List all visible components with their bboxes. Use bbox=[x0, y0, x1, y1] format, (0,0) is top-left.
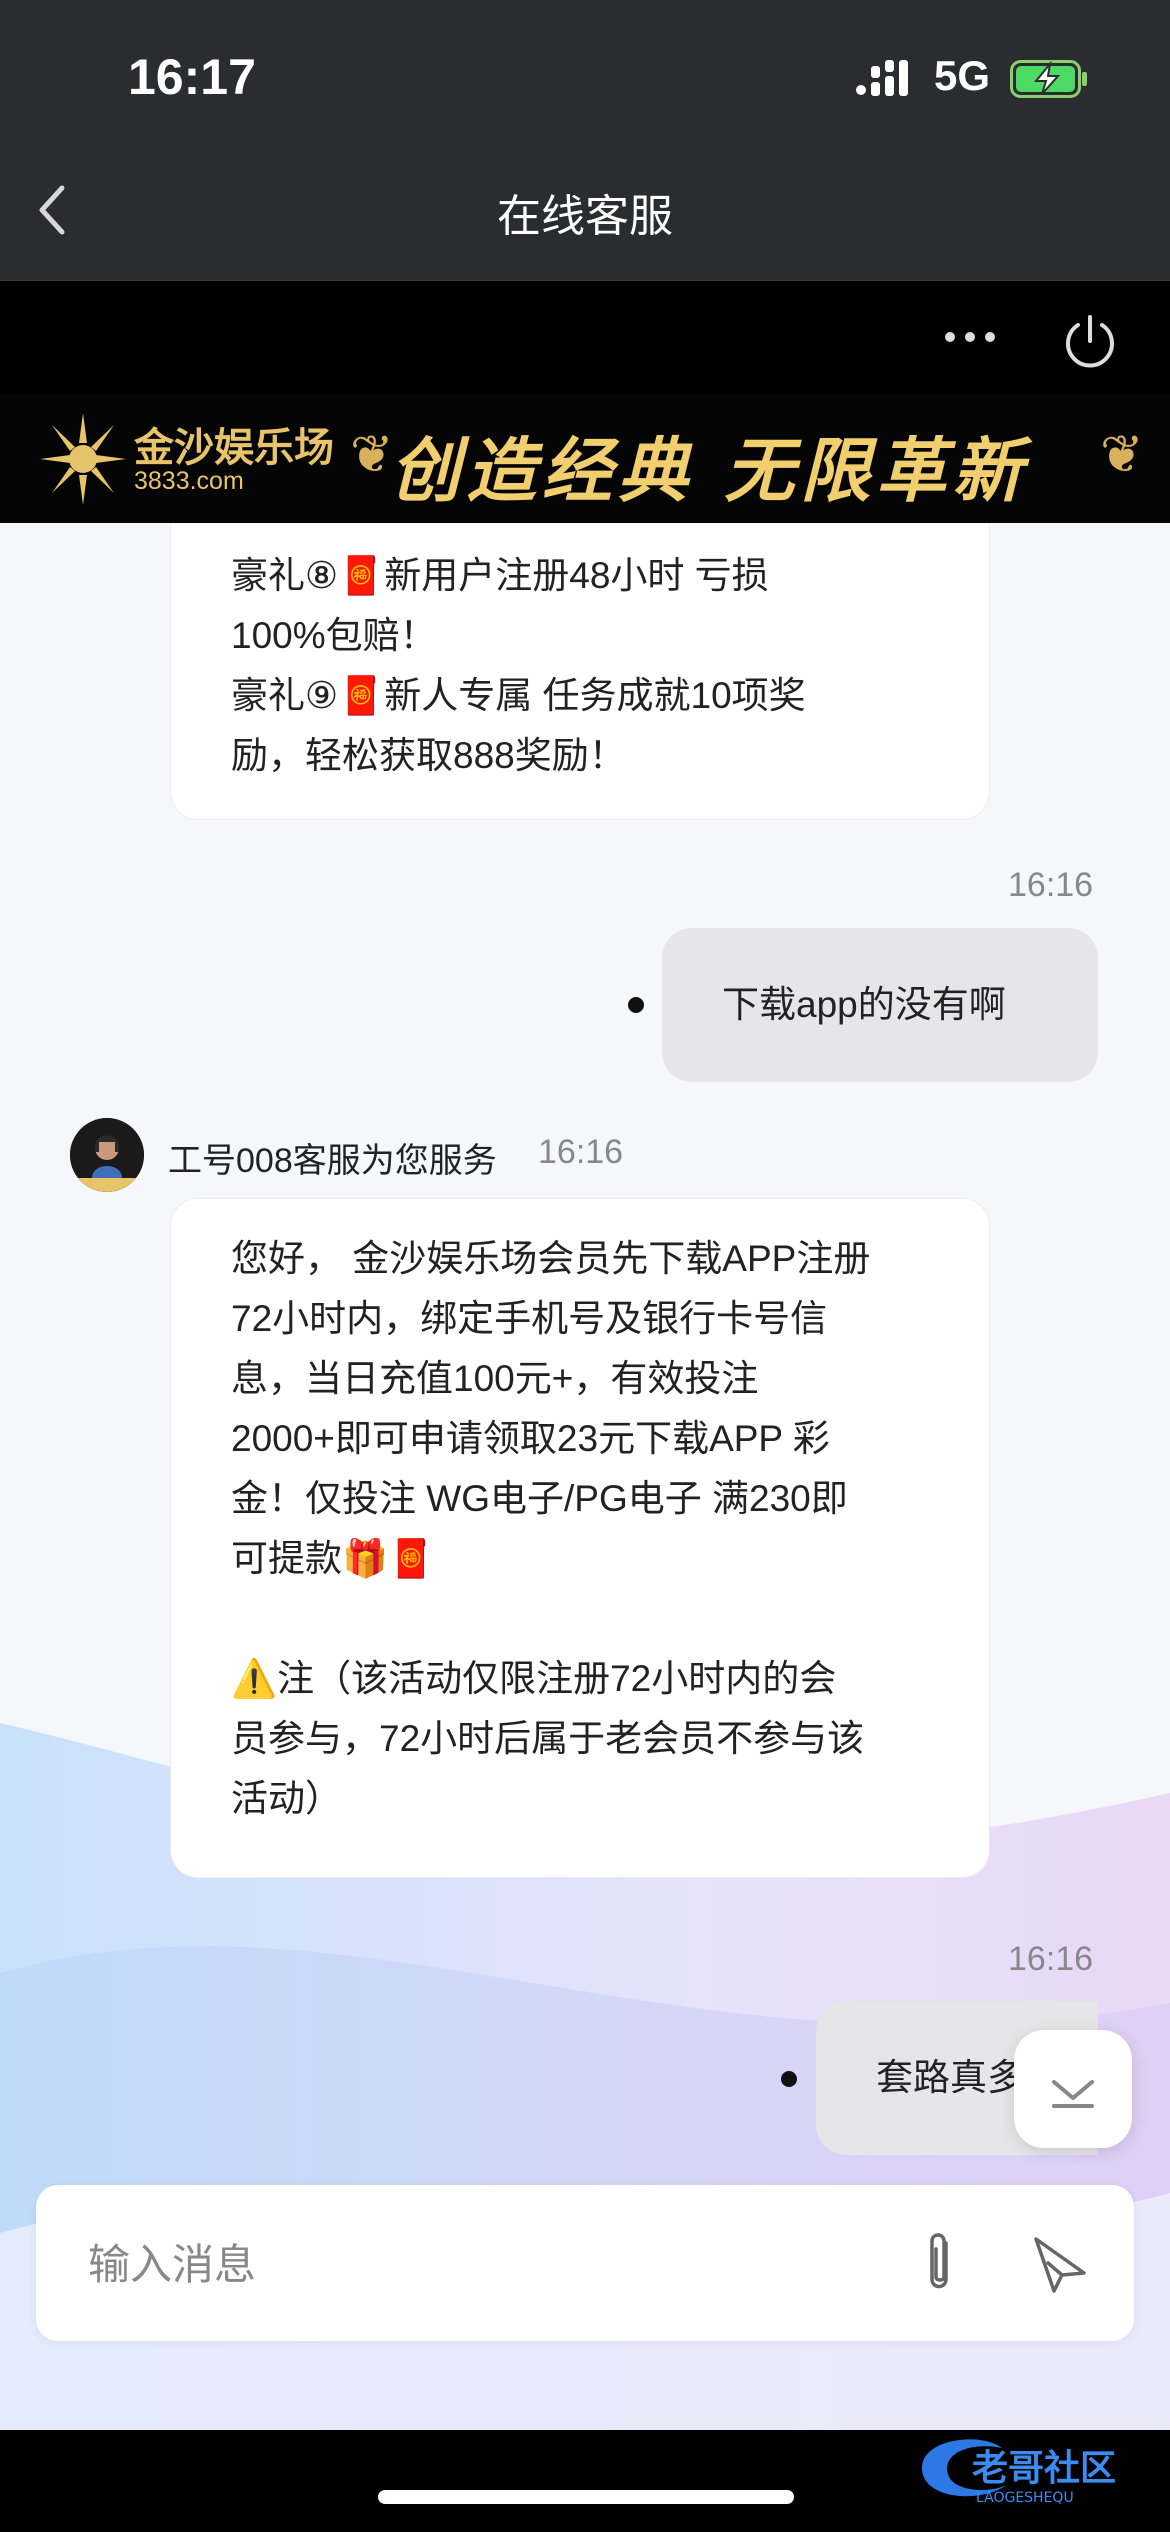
banner-slogan: 创造经典 无限革新 bbox=[390, 429, 1029, 512]
ornament-left-icon: ❦ bbox=[350, 426, 394, 484]
agent-message-bubble: 豪礼⑧🧧新用户注册48小时 亏损 100%包赔！ 豪礼⑨🧧新人专属 任务成就10… bbox=[170, 523, 990, 820]
agent-name: 工号008客服为您服务 bbox=[168, 1142, 497, 1180]
message-line: 励，轻松获取888奖励！ bbox=[231, 735, 626, 776]
chevron-down-icon bbox=[1052, 2080, 1094, 2108]
agent-avatar-icon bbox=[70, 1118, 144, 1192]
ornament-right-icon: ❦ bbox=[1100, 426, 1144, 484]
watermark-logo: 老哥社区 LAOGESHEQU bbox=[922, 2439, 1116, 2506]
battery-charging-icon bbox=[1010, 60, 1087, 98]
agent-message-bubble: 您好， 金沙娱乐场会员先下载APP注册 72小时内，绑定手机号及银行卡号信 息，… bbox=[170, 1198, 990, 1878]
top-bar: 16:17 5G 在线客服 bbox=[0, 0, 1170, 280]
message-text: 下载app的没有啊 bbox=[722, 984, 1006, 1025]
brand-url: 3833.com bbox=[134, 467, 244, 495]
message-timestamp: 16:16 bbox=[538, 1133, 624, 1171]
attach-paperclip-icon[interactable] bbox=[906, 2227, 972, 2299]
message-line: 豪礼⑨🧧新人专属 任务成就10项奖 bbox=[231, 675, 806, 716]
network-type: 5G bbox=[934, 52, 991, 99]
message-line: 可提款🎁🧧 bbox=[231, 1538, 435, 1579]
message-line: 息，当日充值100元+，有效投注 bbox=[231, 1358, 759, 1399]
message-text: 套路真多 bbox=[876, 2057, 1024, 2098]
home-indicator[interactable] bbox=[378, 2490, 794, 2504]
chat-toolbar bbox=[0, 280, 1170, 396]
message-line: 豪礼⑧🧧新用户注册48小时 亏损 bbox=[231, 555, 769, 596]
status-time: 16:17 bbox=[128, 49, 256, 105]
message-line: 活动） bbox=[231, 1778, 342, 1819]
signal-icon bbox=[856, 60, 908, 96]
message-line: 金！仅投注 WG电子/PG电子 满230即 bbox=[231, 1478, 848, 1519]
power-icon[interactable] bbox=[1060, 311, 1120, 371]
user-message-bubble: 下载app的没有啊 bbox=[662, 928, 1098, 1082]
brand-name: 金沙娱乐场 bbox=[134, 424, 334, 471]
page-title: 在线客服 bbox=[497, 192, 673, 241]
message-line: 员参与，72小时后属于老会员不参与该 bbox=[231, 1718, 865, 1759]
watermark-sub: LAOGESHEQU bbox=[976, 2490, 1074, 2506]
message-input-bar bbox=[36, 2185, 1134, 2341]
message-line: 72小时内，绑定手机号及银行卡号信 bbox=[231, 1298, 828, 1339]
scroll-to-bottom-button[interactable] bbox=[1014, 2030, 1132, 2148]
promo-banner[interactable]: 金沙娱乐场 3833.com ❦ 创造经典 无限革新 ❦ bbox=[0, 395, 1170, 523]
message-input[interactable] bbox=[86, 2229, 870, 2301]
more-dots-icon[interactable] bbox=[940, 317, 1000, 357]
message-timestamp: 16:16 bbox=[1008, 866, 1094, 904]
message-line: 100%包赔！ bbox=[231, 615, 437, 656]
sun-logo-icon bbox=[40, 413, 126, 505]
message-line: 您好， 金沙娱乐场会员先下载APP注册 bbox=[231, 1238, 871, 1279]
message-line: ⚠️注（该活动仅限注册72小时内的会 bbox=[231, 1658, 837, 1699]
unread-dot bbox=[781, 2071, 797, 2087]
message-timestamp: 16:16 bbox=[1008, 1940, 1094, 1978]
send-icon[interactable] bbox=[1026, 2227, 1092, 2299]
message-line bbox=[231, 1589, 929, 1649]
watermark-text: 老哥社区 bbox=[972, 2448, 1116, 2489]
unread-dot bbox=[628, 997, 644, 1013]
avatar[interactable] bbox=[70, 1118, 144, 1192]
message-line: 2000+即可申请领取23元下载APP 彩 bbox=[231, 1418, 830, 1459]
